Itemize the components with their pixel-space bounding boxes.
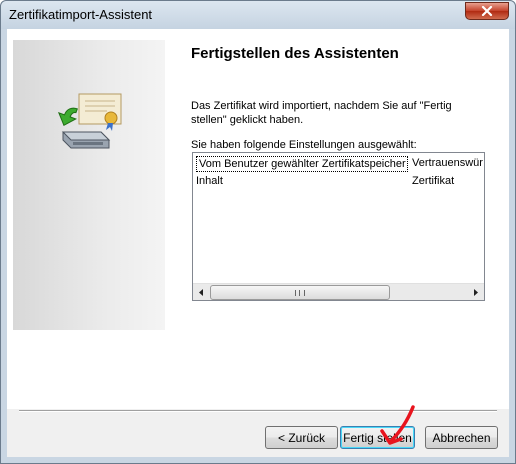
- scroll-thumb[interactable]: [210, 285, 390, 300]
- list-item[interactable]: Inhalt Zertifikat: [193, 174, 484, 190]
- settings-label: Sie haben folgende Einstellungen ausgewä…: [191, 139, 417, 151]
- back-button[interactable]: < Zurück: [265, 426, 338, 449]
- scroll-left-button[interactable]: [193, 284, 210, 300]
- settings-list[interactable]: Vom Benutzer gewählter Zertifikatspeiche…: [192, 152, 485, 301]
- setting-value: Zertifikat: [412, 175, 455, 187]
- wizard-side-panel: [13, 40, 165, 330]
- wizard-client-area: Fertigstellen des Assistenten Das Zertif…: [7, 29, 509, 457]
- close-button[interactable]: [465, 2, 509, 20]
- button-separator: [19, 410, 497, 412]
- wizard-window: Zertifikatimport-Assistent Fertigstellen…: [0, 0, 516, 464]
- setting-key: Inhalt: [196, 175, 223, 187]
- certificate-import-icon: [57, 93, 122, 149]
- red-arrow-annotation: [380, 405, 415, 445]
- scroll-right-button[interactable]: [467, 284, 484, 300]
- list-item[interactable]: Vom Benutzer gewählter Zertifikatspeiche…: [193, 156, 484, 172]
- scroll-left-arrow-icon: [199, 289, 203, 296]
- grip-icon: [295, 290, 305, 296]
- horizontal-scrollbar[interactable]: [193, 283, 484, 300]
- cancel-button[interactable]: Abbrechen: [425, 426, 498, 449]
- close-icon: [481, 6, 493, 16]
- setting-key: Vom Benutzer gewählter Zertifikatspeiche…: [196, 156, 408, 172]
- content-pane: Fertigstellen des Assistenten Das Zertif…: [7, 29, 509, 409]
- info-text: Das Zertifikat wird importiert, nachdem …: [191, 100, 452, 126]
- title-bar[interactable]: Zertifikatimport-Assistent: [1, 1, 515, 29]
- setting-value: Vertrauenswür: [412, 157, 483, 169]
- window-title: Zertifikatimport-Assistent: [9, 7, 153, 22]
- scroll-right-arrow-icon: [474, 289, 478, 296]
- page-title: Fertigstellen des Assistenten: [191, 45, 399, 62]
